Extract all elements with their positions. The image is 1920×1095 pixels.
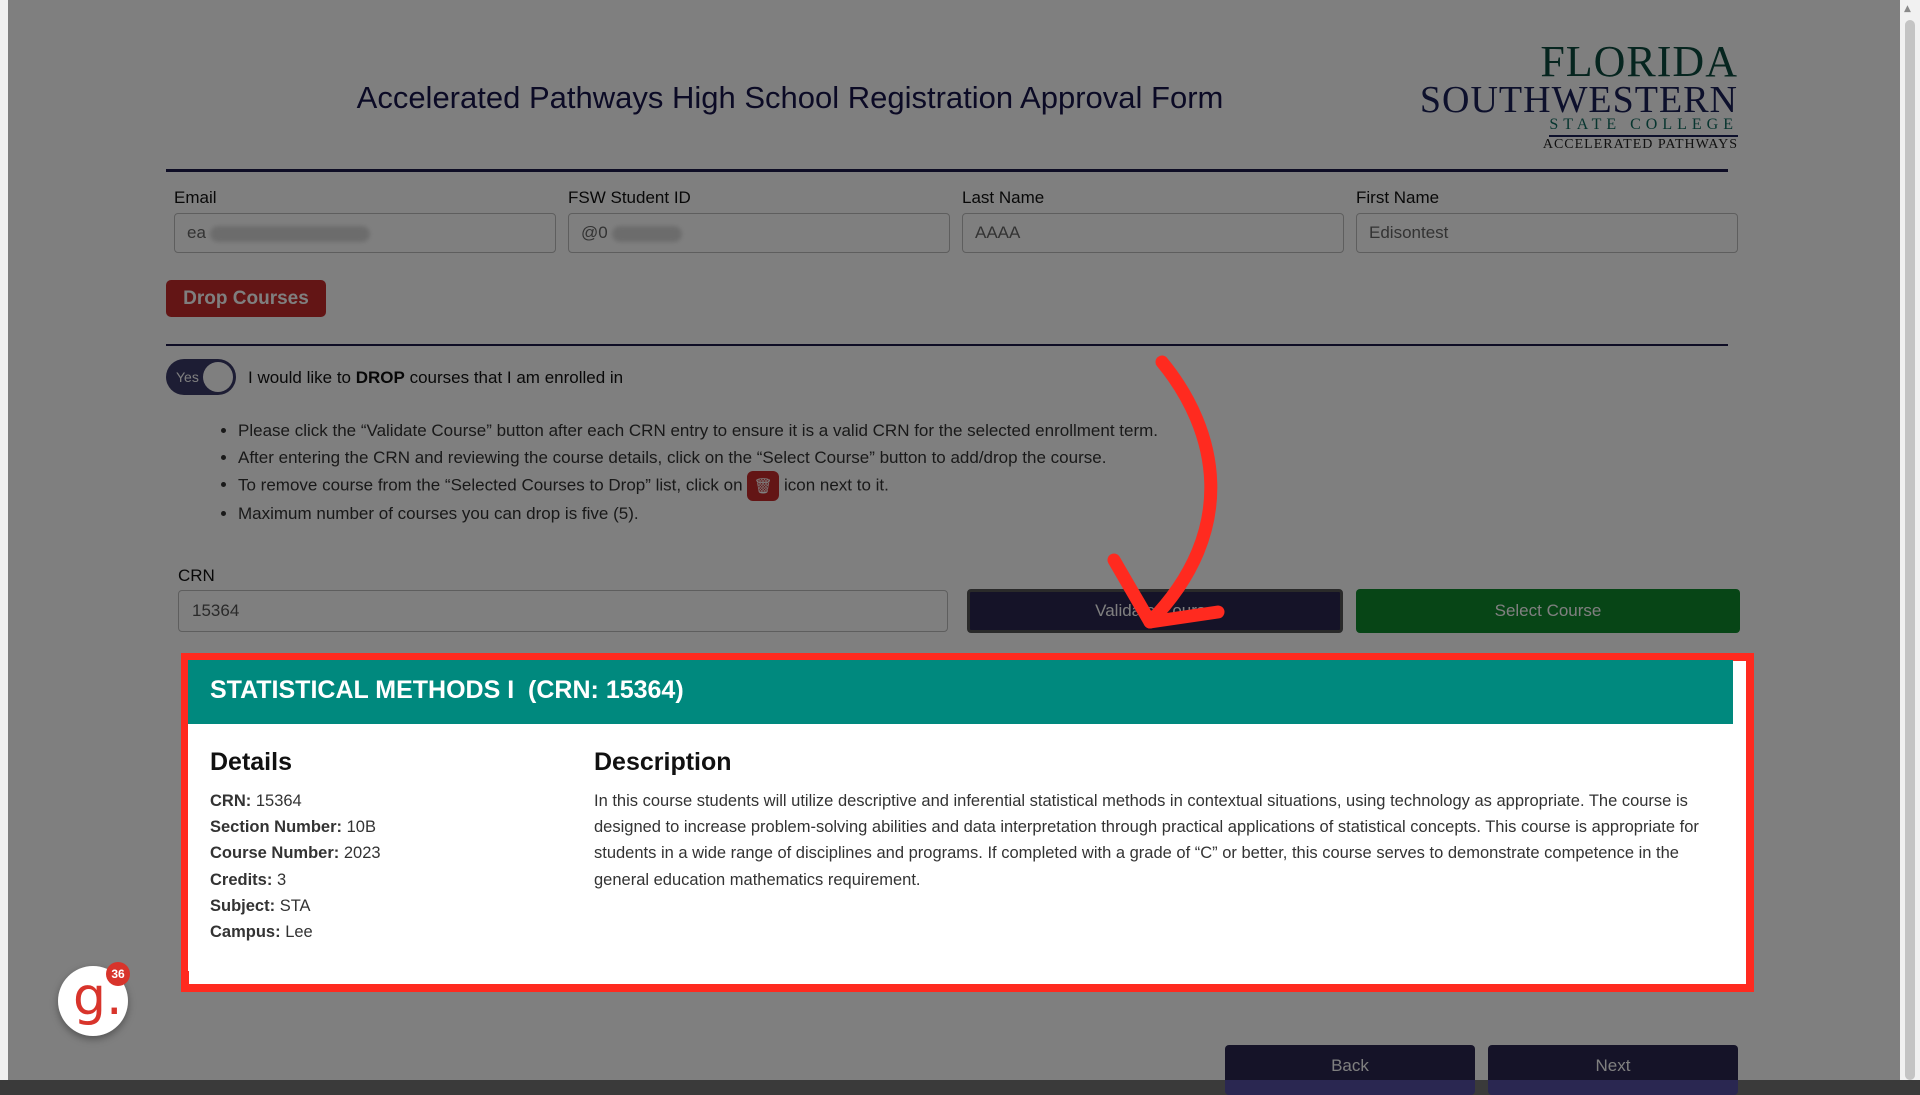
detail-value: 10B [346,818,376,837]
email-field[interactable]: ea [174,213,556,253]
toggle-text-before: I would like to [248,368,356,387]
detail-label: Credits: [210,870,273,889]
trash-icon: 🗑 [747,471,780,501]
detail-row: Section Number: 10B [210,814,381,840]
back-button[interactable]: Back [1225,1045,1475,1095]
next-button[interactable]: Next [1488,1045,1738,1095]
detail-value: STA [279,896,311,915]
instruction-text: icon next to it. [779,475,889,495]
student-id-field[interactable]: @0 [568,213,950,253]
logo-line-state-college: STATE COLLEGE [1549,116,1738,137]
instructions-list: Please click the “Validate Course” butto… [210,418,1488,528]
detail-row: Campus: Lee [210,919,381,945]
detail-row: Subject: STA [210,893,381,919]
detail-value: 2023 [343,844,381,863]
detail-label: Course Number: [210,844,340,863]
section-divider [166,344,1728,346]
crn-input[interactable]: 15364 [178,590,948,632]
email-value: ea [187,223,206,242]
detail-value: 15364 [255,792,302,810]
course-title: STATISTICAL METHODS I (CRN: 15364) [210,676,684,704]
detail-row: CRN: 15364 [210,788,381,814]
drop-toggle[interactable]: Yes [166,359,236,395]
header-divider [166,169,1728,172]
instruction-item: Please click the “Validate Course” butto… [238,418,1488,445]
detail-row: Credits: 3 [210,867,381,893]
details-list: CRN: 15364 Section Number: 10B Course Nu… [210,788,381,945]
course-description: In this course students will utilize des… [594,792,1699,889]
scrollbar-thumb[interactable] [1905,20,1915,1080]
logo-line-accelerated: ACCELERATED PATHWAYS [1542,137,1738,152]
guide-badge[interactable]: g. 36 [58,962,130,1036]
vertical-scrollbar[interactable]: ▲ [1900,0,1920,1080]
redacted-blur [209,225,370,242]
drop-courses-button[interactable]: Drop Courses [166,280,326,317]
last-name-field[interactable]: AAAA [962,213,1344,253]
email-label: Email [174,188,217,207]
detail-label: Subject: [210,896,276,915]
select-course-button[interactable]: Select Course [1356,589,1740,633]
instruction-item: To remove course from the “Selected Cour… [238,471,1488,501]
redacted-blur [611,225,682,242]
instruction-item: Maximum number of courses you can drop i… [238,501,1488,528]
student-id-value: @0 [581,223,608,242]
scroll-up-icon[interactable]: ▲ [1904,4,1911,14]
detail-value: 3 [276,870,287,889]
toggle-text-after: courses that I am enrolled in [404,368,624,387]
student-id-label: FSW Student ID [568,188,691,207]
toggle-text-bold: DROP [355,368,405,387]
left-edge [0,0,8,1080]
instruction-text: To remove course from the “Selected Cour… [238,475,748,495]
detail-label: Campus: [210,923,281,942]
fsw-logo: FLORIDA SOUTHWESTERN STATE COLLEGE ACCEL… [1420,37,1738,155]
toggle-state-label: Yes [176,369,199,385]
last-name-label: Last Name [962,188,1045,207]
logo-line-southwestern: SOUTHWESTERN [1419,79,1738,121]
detail-row: Course Number: 2023 [210,840,381,866]
logo-line-florida: FLORIDA [1540,37,1738,86]
first-name-label: First Name [1356,188,1440,207]
instruction-item: After entering the CRN and reviewing the… [238,445,1488,472]
red-annotation-arrow-icon [1107,355,1225,629]
course-details-card: STATISTICAL METHODS I (CRN: 15364) Detai… [188,660,1733,971]
toggle-description: I would like to DROP courses that I am e… [248,368,623,388]
toggle-knob [203,362,233,392]
course-card-header: STATISTICAL METHODS I (CRN: 15364) [188,660,1733,724]
detail-value: Lee [285,923,313,942]
crn-label: CRN [178,566,215,585]
detail-label: CRN: [210,792,252,810]
page-title: Accelerated Pathways High School Registr… [356,80,1224,115]
detail-label: Section Number: [210,818,343,837]
details-heading: Details [210,748,292,776]
first-name-field[interactable]: Edisontest [1356,213,1738,253]
guide-count-badge: 36 [106,962,130,986]
description-heading: Description [594,748,732,776]
